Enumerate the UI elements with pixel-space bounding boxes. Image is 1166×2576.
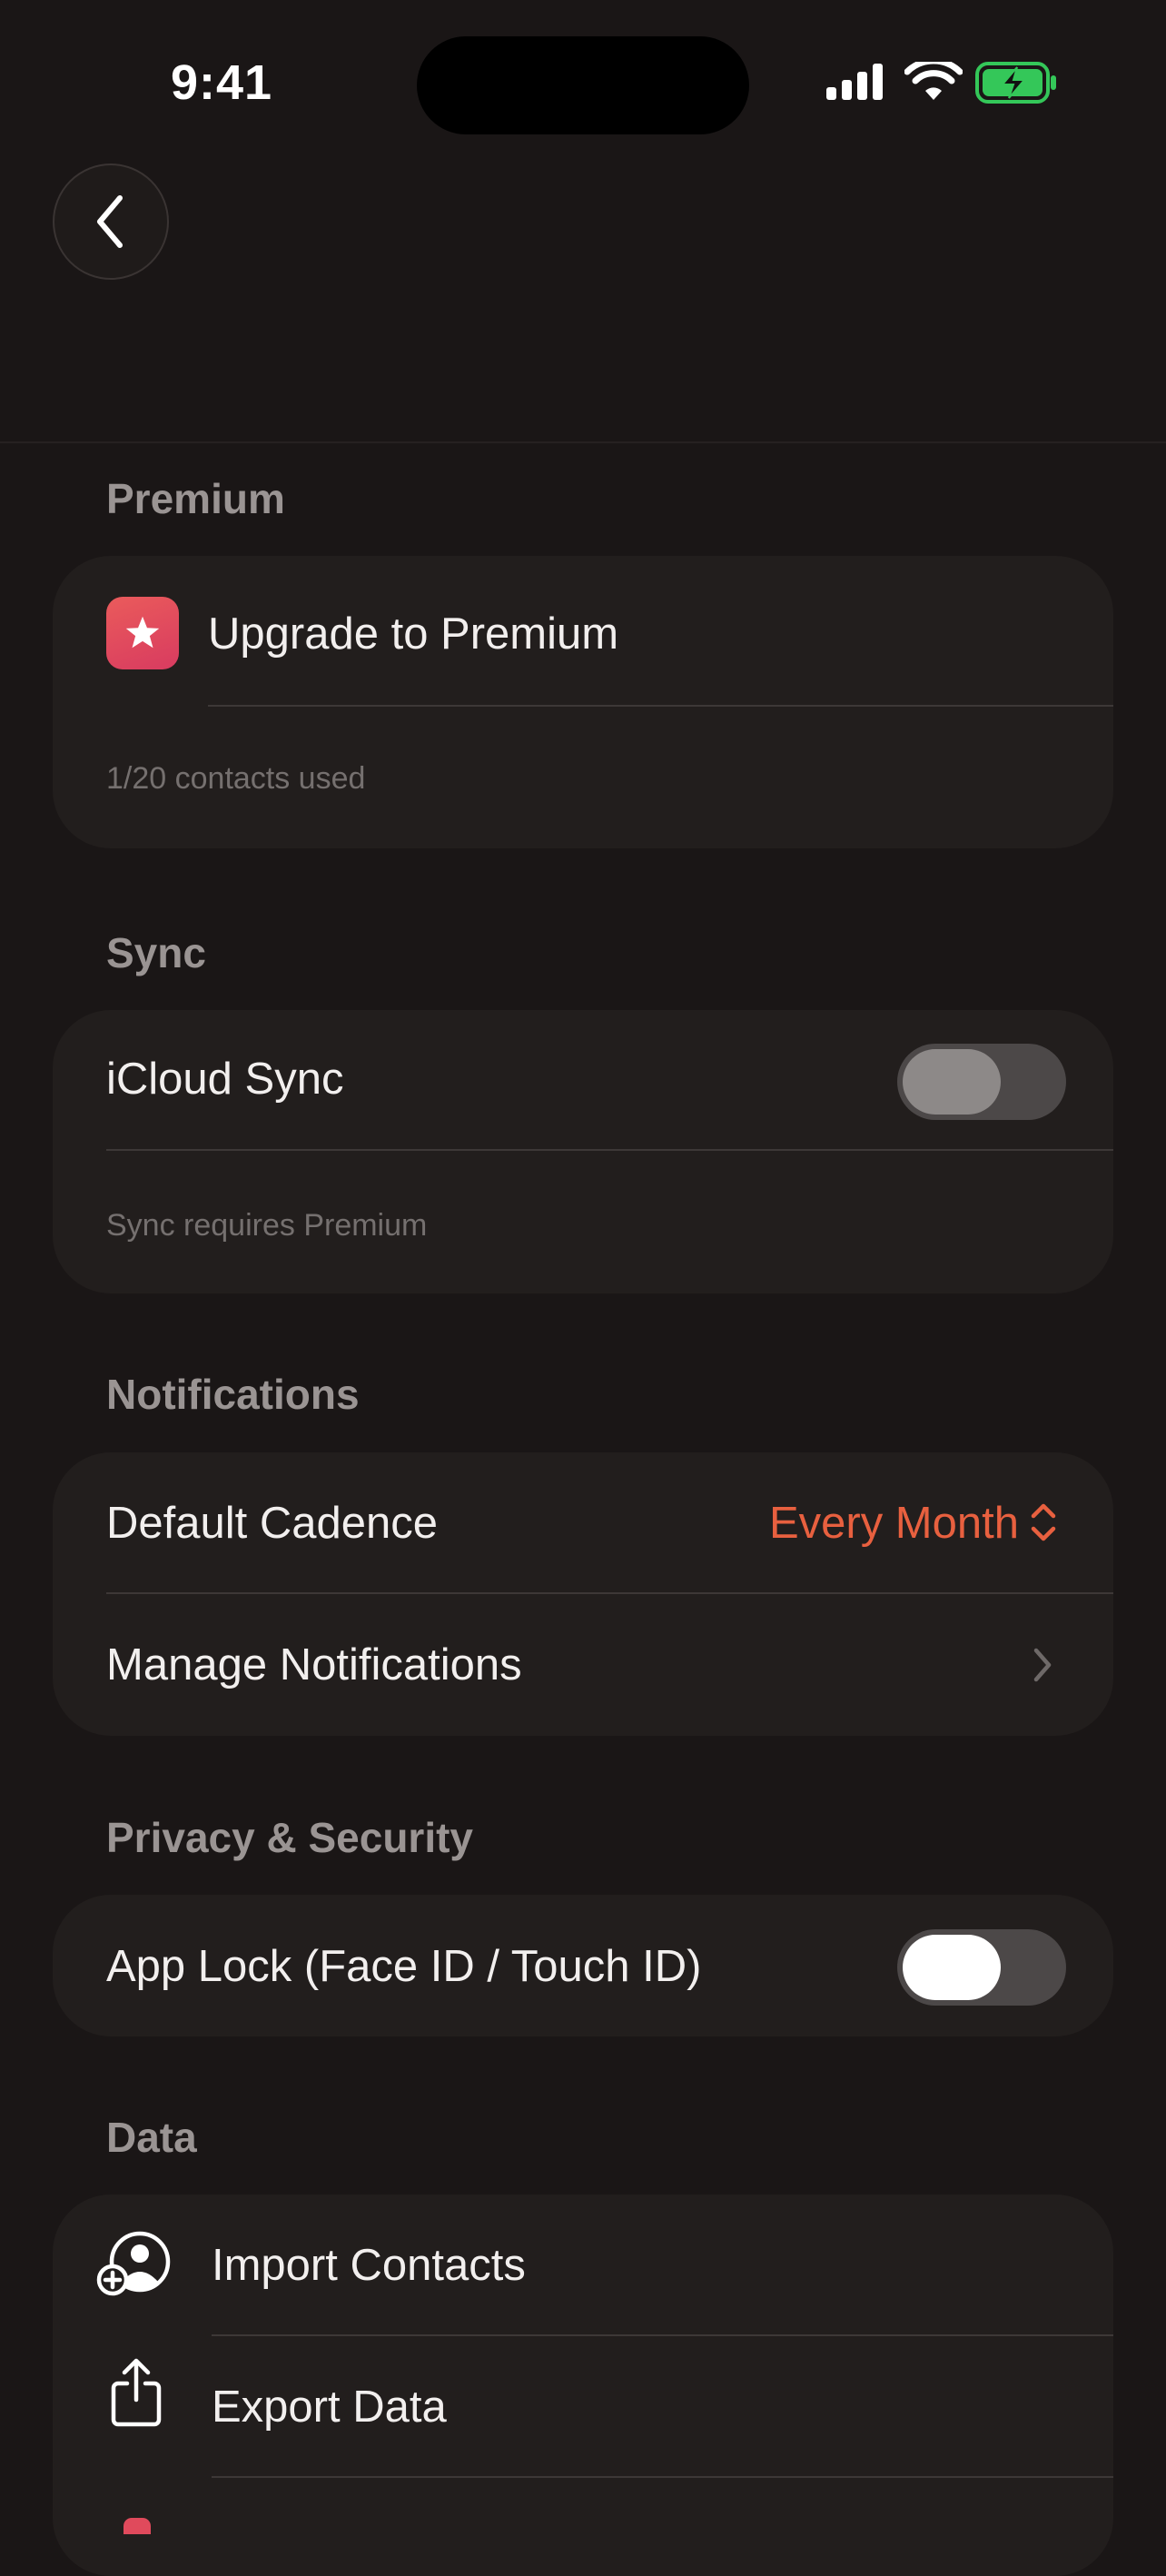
icloud-sync-toggle[interactable]: [897, 1044, 1066, 1120]
icloud-sync-label: iCloud Sync: [106, 1055, 344, 1104]
default-cadence-row[interactable]: Default Cadence Every Month: [53, 1452, 1113, 1593]
premium-card: Upgrade to Premium 1/20 contacts used: [53, 556, 1113, 848]
sync-footnote: Sync requires Premium: [106, 1208, 428, 1243]
nav-divider: [0, 441, 1166, 443]
chevron-right-icon: [1033, 1648, 1052, 1682]
row-divider: [106, 1149, 1113, 1151]
status-time: 9:41: [171, 55, 273, 110]
contacts-used-footnote: 1/20 contacts used: [106, 761, 366, 796]
sync-card: iCloud Sync Sync requires Premium: [53, 1010, 1113, 1293]
battery-charging-icon: [975, 62, 1056, 104]
section-header-privacy: Privacy & Security: [106, 1814, 474, 1861]
data-card: Import Contacts Export Data: [53, 2195, 1113, 2576]
default-cadence-label: Default Cadence: [106, 1499, 439, 1548]
notifications-card: Default Cadence Every Month Manage Notif…: [53, 1452, 1113, 1736]
app-lock-label: App Lock (Face ID / Touch ID): [106, 1942, 702, 1991]
export-data-label: Export Data: [212, 2383, 447, 2432]
star-icon: [106, 597, 179, 669]
section-header-premium: Premium: [106, 475, 285, 522]
import-contacts-row[interactable]: Import Contacts: [53, 2195, 1113, 2335]
upgrade-premium-label: Upgrade to Premium: [208, 609, 619, 659]
dynamic-island: [417, 36, 749, 134]
section-header-data: Data: [106, 2114, 197, 2161]
upgrade-premium-row[interactable]: Upgrade to Premium: [53, 556, 1113, 706]
chevron-left-icon: [97, 195, 123, 248]
status-bar: 9:41: [0, 0, 1166, 173]
import-contacts-label: Import Contacts: [212, 2241, 526, 2290]
section-header-notifications: Notifications: [106, 1371, 360, 1418]
export-data-row[interactable]: Export Data: [53, 2336, 1113, 2478]
toggle-knob: [903, 1049, 1001, 1115]
cellular-signal-icon: [826, 64, 883, 100]
manage-notifications-label: Manage Notifications: [106, 1640, 522, 1689]
row-divider: [208, 705, 1113, 707]
back-button[interactable]: [53, 163, 169, 280]
partial-row-icon: [124, 2518, 151, 2534]
person-add-icon: [96, 2231, 171, 2296]
wifi-icon: [904, 62, 963, 100]
toggle-knob: [903, 1935, 1001, 2000]
chevron-up-down-icon: [1031, 1503, 1056, 1541]
section-header-sync: Sync: [106, 929, 206, 976]
row-divider: [212, 2476, 1113, 2478]
app-lock-toggle[interactable]: [897, 1929, 1066, 2006]
default-cadence-value[interactable]: Every Month: [769, 1498, 1019, 1549]
manage-notifications-row[interactable]: Manage Notifications: [53, 1594, 1113, 1736]
share-export-icon: [111, 2358, 162, 2427]
privacy-card: App Lock (Face ID / Touch ID): [53, 1895, 1113, 2036]
